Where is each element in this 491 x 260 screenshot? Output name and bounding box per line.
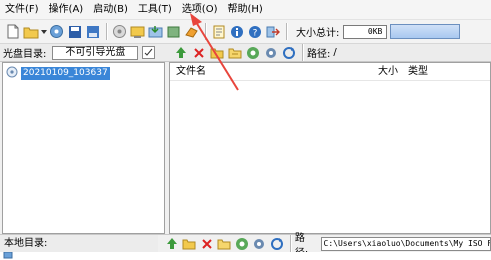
menu-bar: 文件(F) 操作(A) 启动(B) 工具(T) 选项(O) 帮助(H) — [0, 0, 491, 20]
local-new-folder-icon[interactable] — [216, 235, 232, 252]
local-up-folder-icon[interactable] — [164, 235, 180, 252]
disc-properties-button[interactable] — [142, 46, 156, 59]
settings-icon[interactable] — [262, 44, 279, 61]
toolbar-separator — [286, 23, 287, 40]
info-icon[interactable] — [228, 23, 245, 40]
menu-action[interactable]: 操作(A) — [44, 0, 89, 20]
disc-path: / — [333, 47, 337, 58]
local-copy-icon[interactable] — [181, 235, 197, 252]
file-pane-header: 路径: / — [166, 44, 491, 62]
exit-icon[interactable] — [264, 23, 281, 40]
capacity-bar — [390, 24, 461, 39]
main-toolbar: ? 大小总计: 0KB — [0, 20, 491, 44]
dropdown-icon[interactable] — [40, 23, 47, 40]
local-view-icon[interactable] — [234, 235, 250, 252]
open-icon[interactable] — [22, 23, 39, 40]
total-size-value: 0KB — [343, 24, 388, 39]
up-folder-icon[interactable] — [172, 44, 189, 61]
tree-item-label[interactable]: 20210109_103637 — [21, 67, 110, 80]
local-delete-icon[interactable] — [199, 235, 215, 252]
rename-icon[interactable] — [226, 44, 243, 61]
disc-icon — [6, 66, 18, 81]
svg-text:?: ? — [252, 28, 257, 38]
path-label: 路径: — [307, 49, 331, 60]
save-as-icon[interactable] — [84, 23, 101, 40]
delete-icon[interactable] — [190, 44, 207, 61]
file-pane: 路径: / 文件名 大小 类型 — [166, 44, 491, 234]
local-list-strip — [0, 252, 491, 260]
disc-name-field[interactable]: 不可引导光盘 — [52, 45, 139, 60]
compress-icon[interactable] — [165, 23, 182, 40]
toolbar-separator — [289, 235, 291, 252]
tree-item-root[interactable]: 20210109_103637 — [6, 66, 110, 81]
toolbar-separator — [302, 44, 303, 61]
menu-boot[interactable]: 启动(B) — [88, 0, 133, 20]
toolbar-separator — [205, 23, 206, 40]
cd-icon[interactable] — [48, 23, 65, 40]
local-settings-icon[interactable] — [251, 235, 267, 252]
menu-options[interactable]: 选项(O) — [177, 0, 223, 20]
refresh-icon[interactable] — [280, 44, 297, 61]
disc-directory-label: 光盘目录: — [3, 49, 47, 60]
total-size-label: 大小总计: — [296, 28, 340, 39]
menu-help[interactable]: 帮助(H) — [223, 0, 268, 20]
new-folder-icon[interactable] — [208, 44, 225, 61]
help-icon[interactable]: ? — [246, 23, 263, 40]
local-directory-label: 本地目录: — [0, 234, 158, 253]
burn-icon[interactable] — [111, 23, 128, 40]
view-icon[interactable] — [244, 44, 261, 61]
disc-tree[interactable]: 20210109_103637 — [2, 62, 165, 234]
disc-pane: 光盘目录: 不可引导光盘 20210109_103637 — [0, 44, 166, 234]
computer-icon — [3, 252, 13, 260]
disc-pane-header: 光盘目录: 不可引导光盘 — [0, 44, 166, 62]
extract-icon[interactable] — [147, 23, 164, 40]
mount-icon[interactable] — [129, 23, 146, 40]
new-icon[interactable] — [4, 23, 21, 40]
convert-icon[interactable] — [183, 23, 200, 40]
column-type[interactable]: 类型 — [398, 63, 428, 81]
file-list[interactable]: 文件名 大小 类型 — [169, 62, 491, 234]
properties-icon[interactable] — [210, 23, 227, 40]
local-refresh-icon[interactable] — [268, 235, 284, 252]
menu-tools[interactable]: 工具(T) — [133, 0, 177, 20]
save-icon[interactable] — [66, 23, 83, 40]
local-path-field[interactable]: C:\Users\xiaoluo\Documents\My ISO Files — [320, 236, 491, 251]
column-filename[interactable]: 文件名 — [170, 63, 358, 81]
column-size[interactable]: 大小 — [358, 63, 398, 81]
menu-file[interactable]: 文件(F) — [0, 0, 44, 20]
file-list-header: 文件名 大小 类型 — [170, 63, 490, 81]
toolbar-separator — [106, 23, 107, 40]
local-pane-header: 本地目录: 路径: C:\Users\xiaoluo\Documents\My … — [0, 233, 491, 259]
local-toolbar: 路径: C:\Users\xiaoluo\Documents\My ISO Fi… — [158, 233, 491, 259]
